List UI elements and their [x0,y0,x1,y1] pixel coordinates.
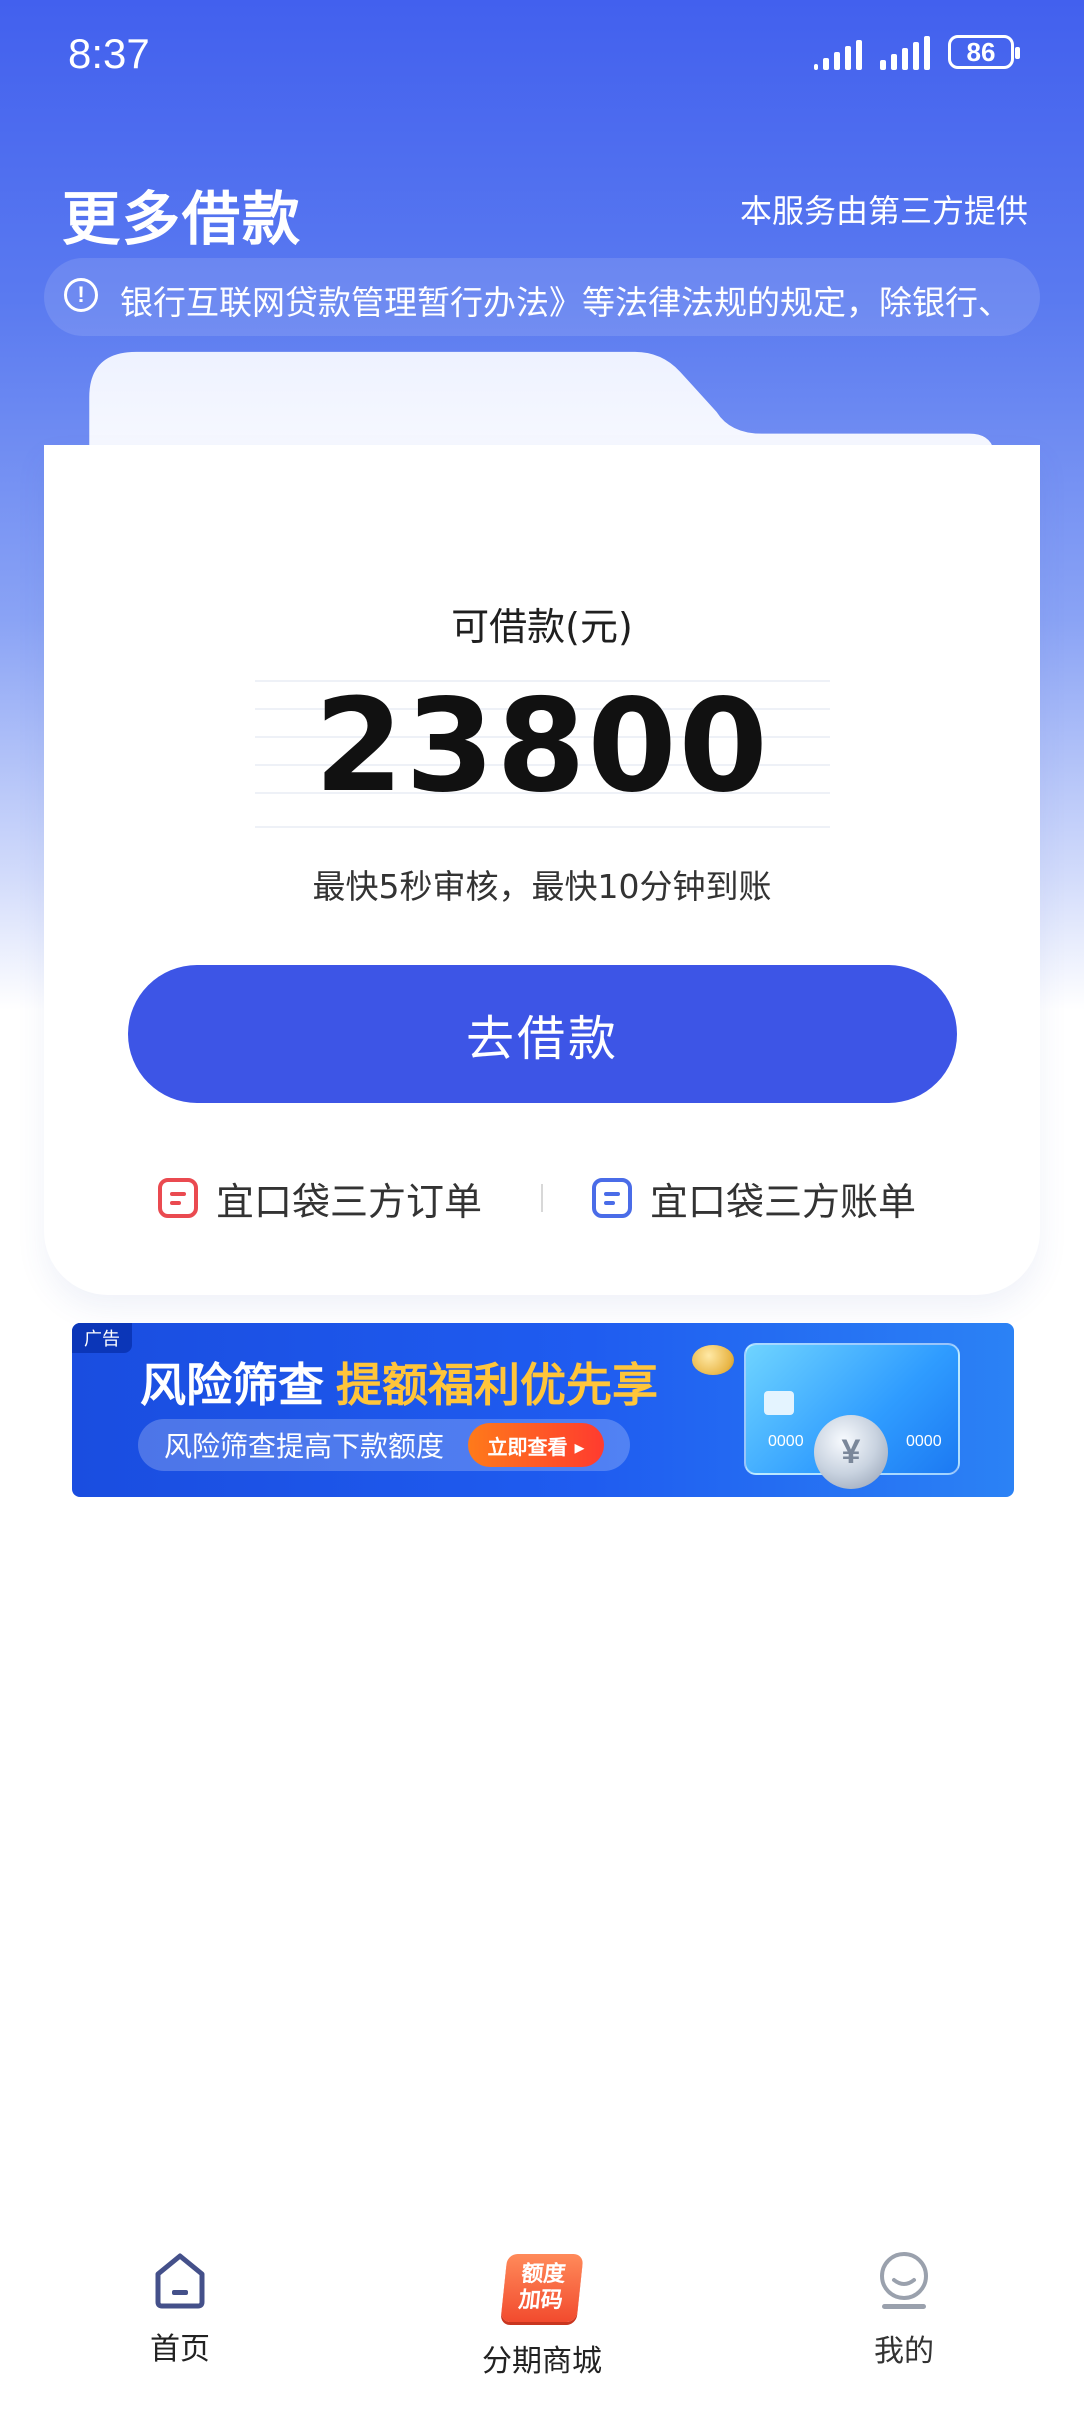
order-document-icon [158,1178,198,1218]
battery-icon: 86 [948,35,1020,69]
promo-badge-line2: 加码 [517,2288,564,2313]
ad-headline: 风险筛查 [140,1358,324,1412]
home-icon [155,2253,205,2309]
status-time: 8:37 [68,30,150,77]
review-note: 最快5秒审核，最快10分钟到账 [312,867,772,906]
card-tab-shape [89,351,995,450]
credit-label: 可借款(元) [451,605,633,649]
card-number-left: 0000 [768,1433,804,1450]
ad-subline: 风险筛查提高下款额度 [164,1430,445,1463]
signal-icon-secondary [880,34,930,70]
borrow-button[interactable]: 去借款 [128,965,957,1103]
orders-link-label: 宜口袋三方订单 [216,1179,483,1224]
ad-cta-button[interactable]: 立即查看 ▸ [468,1423,604,1467]
gold-coin-icon [692,1345,734,1375]
notice-text: 银行互联网贷款管理暂行办法》等法律法规的规定，除银行、 [120,283,1011,322]
status-bar: 8:37 86 [0,0,1084,110]
tab-home[interactable]: 首页 [80,2250,280,2380]
tab-home-label: 首页 [150,2332,210,2367]
orders-link[interactable]: 宜口袋三方订单 [158,1170,482,1226]
screen: 8:37 86 更多借款 本服务由第三方提供 ! 银行互联网贷款管理暂行办法》等… [0,0,1084,2412]
page-title: 更多借款 [62,185,303,253]
bills-link[interactable]: 宜口袋三方账单 [592,1170,916,1226]
link-divider [541,1184,543,1212]
tab-mall-label: 分期商城 [482,2344,602,2379]
bills-link-label: 宜口袋三方账单 [650,1179,917,1224]
card-chip-icon [764,1391,794,1415]
tab-mall[interactable]: 额度 加码 分期商城 [442,2250,642,2380]
notice-bar[interactable]: ! 银行互联网贷款管理暂行办法》等法律法规的规定，除银行、 [44,258,1040,336]
ad-highlight: 提额福利优先享 [336,1358,658,1412]
tab-profile[interactable]: 我的 [804,2250,1004,2380]
exclamation-circle-icon: ! [64,278,98,312]
status-indicators: 86 [814,34,1020,70]
profile-icon [880,2252,928,2309]
promo-badge-icon: 额度 加码 [500,2254,584,2322]
promo-badge-line1: 额度 [520,2262,567,2287]
silver-coin-icon: ¥ [814,1415,888,1489]
ad-tag: 广告 [72,1323,132,1353]
signal-icon [814,34,862,70]
credit-amount: 23800 [314,672,770,821]
ad-banner[interactable]: 广告 风险筛查 提额福利优先享 风险筛查提高下款额度 立即查看 ▸ 0000 0… [72,1323,1014,1497]
provider-note: 本服务由第三方提供 [739,192,1028,230]
bill-document-icon [592,1178,632,1218]
tab-profile-label: 我的 [874,2334,934,2369]
card-number-right: 0000 [906,1433,942,1450]
